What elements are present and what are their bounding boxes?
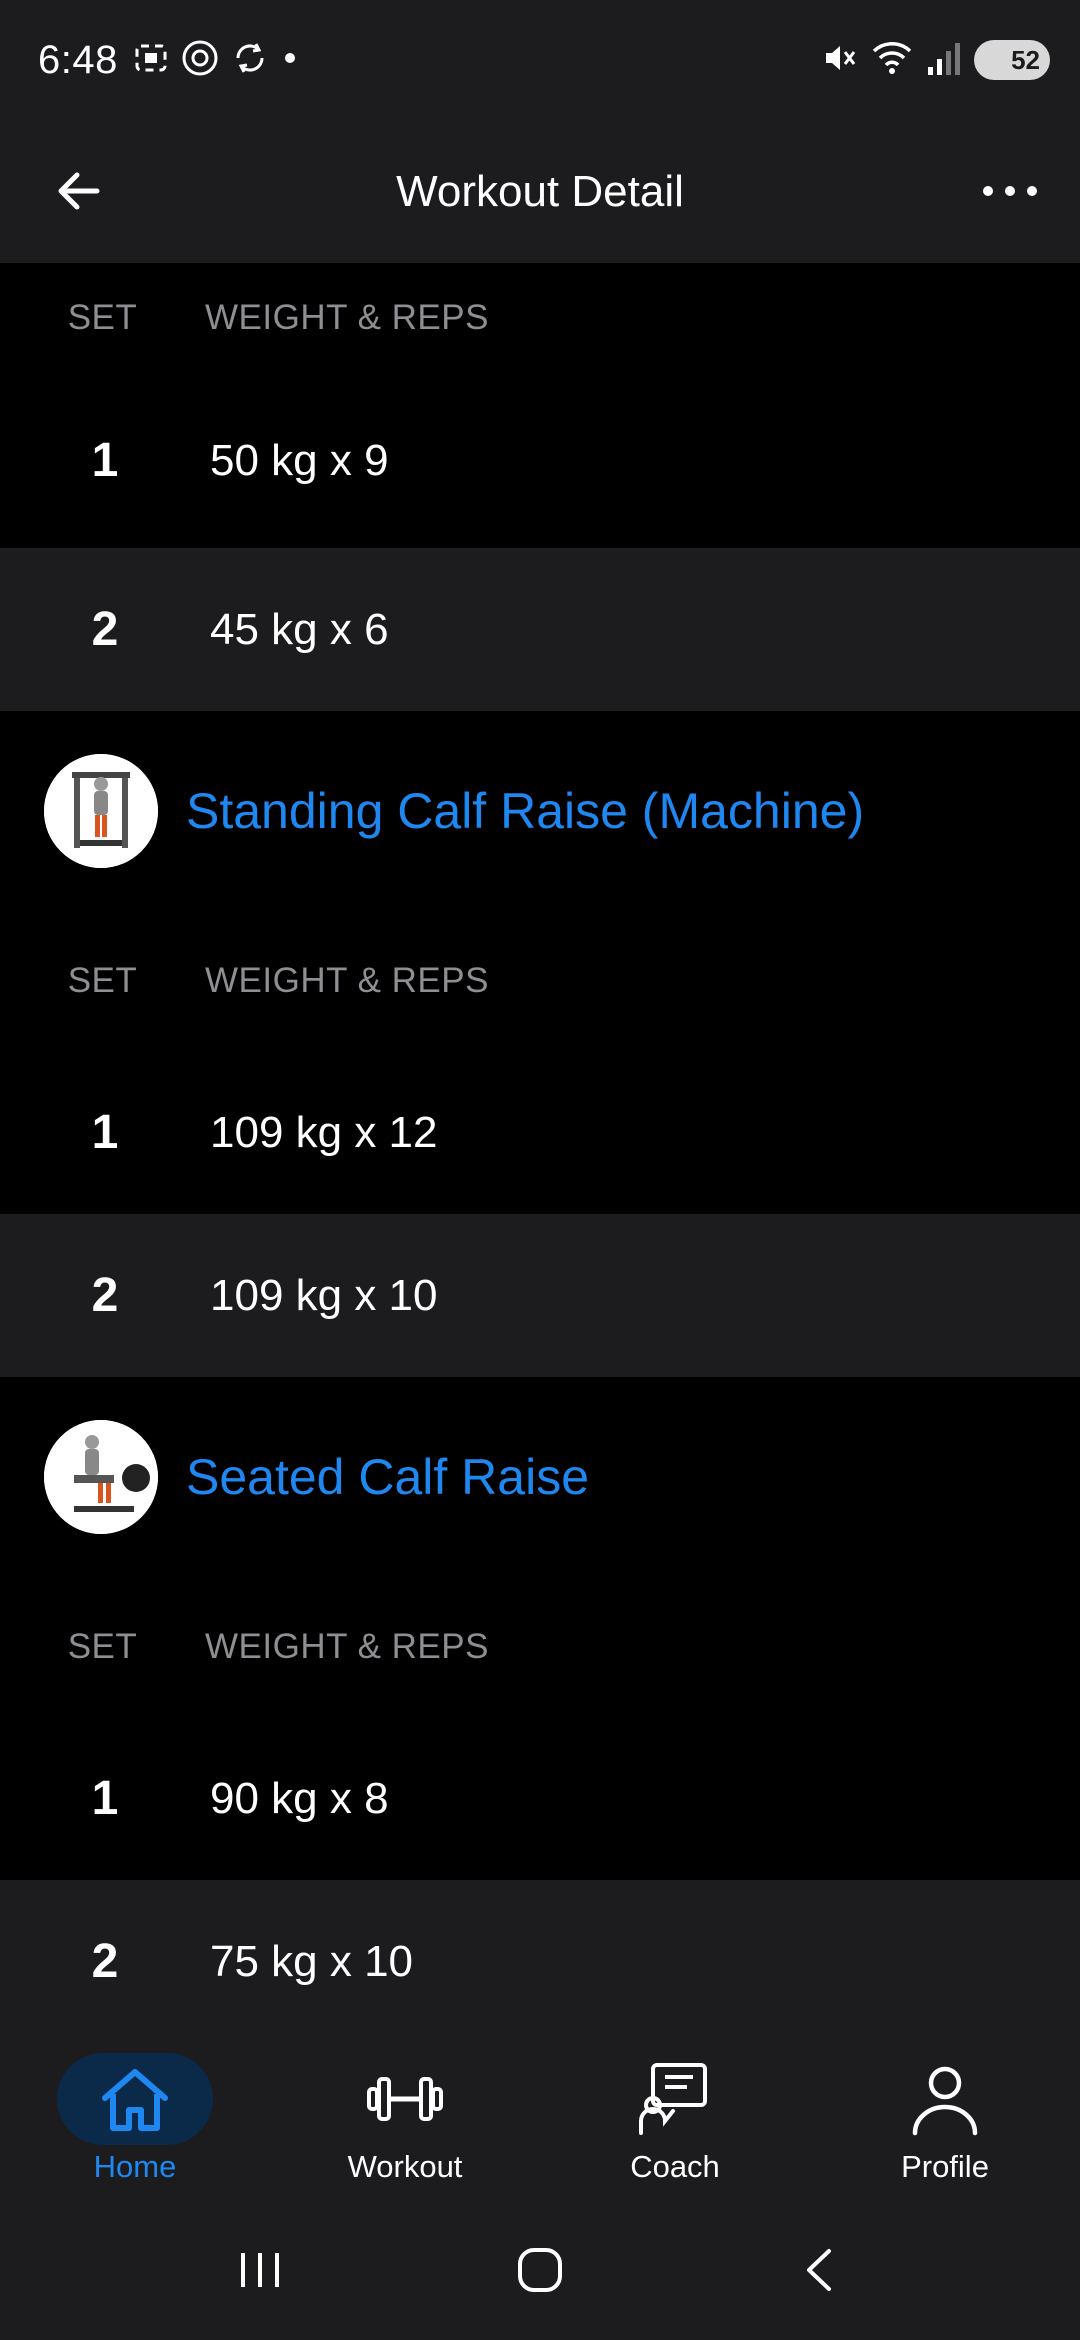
nav-item-home[interactable]: Home xyxy=(0,2037,270,2200)
wifi-icon xyxy=(870,39,914,82)
home-icon xyxy=(102,2069,168,2131)
coach-icon xyxy=(639,2063,707,2135)
nav-highlight xyxy=(57,2053,213,2145)
exercise-title[interactable]: Seated Calf Raise xyxy=(186,1448,589,1506)
nav-item-profile[interactable]: Profile xyxy=(810,2037,1080,2200)
set-weight-reps: 109 kg x 10 xyxy=(210,1270,438,1320)
dot-icon xyxy=(280,48,300,73)
set-column-header: SET WEIGHT & REPS xyxy=(0,911,1080,1051)
recents-icon xyxy=(241,2253,279,2287)
nav-label-home: Home xyxy=(93,2149,177,2184)
set-number: 1 xyxy=(91,1772,119,1825)
exercise-title[interactable]: Standing Calf Raise (Machine) xyxy=(186,782,864,840)
home-circle-icon xyxy=(518,2248,562,2292)
set-column-header: SET WEIGHT & REPS xyxy=(0,263,1080,373)
nav-item-workout[interactable]: Workout xyxy=(270,2037,540,2200)
status-time: 6:48 xyxy=(38,37,118,82)
status-bar: 6:48 52 xyxy=(0,0,1080,120)
set-weight-reps: 90 kg x 8 xyxy=(210,1773,389,1823)
workout-content[interactable]: SET WEIGHT & REPS 1 50 kg x 9 2 45 kg x … xyxy=(0,263,1080,2037)
system-navigation xyxy=(0,2200,1080,2340)
set-row: 1 50 kg x 9 xyxy=(0,373,1080,548)
set-number: 1 xyxy=(91,434,119,487)
weight-reps-column-label: WEIGHT & REPS xyxy=(205,1627,489,1666)
set-column-header: SET WEIGHT & REPS xyxy=(0,1577,1080,1717)
profile-icon xyxy=(912,2066,978,2136)
dumbbell-icon xyxy=(367,2077,443,2121)
back-chevron-icon xyxy=(807,2249,831,2291)
mute-icon xyxy=(820,39,858,82)
exercise-header[interactable]: Standing Calf Raise (Machine) xyxy=(0,711,1080,911)
battery-icon: 52 xyxy=(974,40,1050,80)
screenshot-icon xyxy=(132,39,170,82)
weight-reps-column-label: WEIGHT & REPS xyxy=(205,961,489,1000)
exercise-thumbnail xyxy=(44,1420,158,1534)
app-header: Workout Detail xyxy=(0,120,1080,263)
set-row: 2 45 kg x 6 xyxy=(0,548,1080,711)
set-number: 2 xyxy=(91,1269,119,1322)
set-weight-reps: 45 kg x 6 xyxy=(210,604,389,654)
set-number: 1 xyxy=(91,1106,119,1159)
back-button[interactable] xyxy=(44,156,114,226)
set-column-label: SET xyxy=(67,961,138,1000)
threads-icon xyxy=(180,38,220,83)
nav-label-profile: Profile xyxy=(901,2149,989,2184)
set-weight-reps: 75 kg x 10 xyxy=(210,1936,414,1986)
nav-icon-container xyxy=(327,2053,483,2145)
set-number: 2 xyxy=(91,603,119,656)
nav-label-coach: Coach xyxy=(630,2149,720,2184)
page-title: Workout Detail xyxy=(396,166,684,216)
nav-item-coach[interactable]: Coach xyxy=(540,2037,810,2200)
set-row: 2 109 kg x 10 xyxy=(0,1214,1080,1377)
set-number: 2 xyxy=(91,1935,119,1988)
set-column-label: SET xyxy=(67,298,138,337)
nav-icon-container xyxy=(867,2053,1023,2145)
set-row: 2 75 kg x 10 xyxy=(0,1880,1080,2037)
exercise-thumbnail xyxy=(44,754,158,868)
set-row: 1 109 kg x 12 xyxy=(0,1051,1080,1214)
battery-level: 52 xyxy=(1011,44,1040,75)
bottom-navigation: Home Workout Coach Profile xyxy=(0,2037,1080,2200)
exercise-header[interactable]: Seated Calf Raise xyxy=(0,1377,1080,1577)
set-row: 1 90 kg x 8 xyxy=(0,1717,1080,1880)
sync-icon xyxy=(230,38,270,83)
set-column-label: SET xyxy=(67,1627,138,1666)
more-options-button[interactable] xyxy=(960,156,1060,226)
system-back-button[interactable] xyxy=(770,2230,870,2310)
signal-icon xyxy=(926,39,962,82)
weight-reps-column-label: WEIGHT & REPS xyxy=(205,298,489,337)
arrow-left-icon xyxy=(58,172,100,210)
nav-icon-container xyxy=(597,2053,753,2145)
nav-label-workout: Workout xyxy=(347,2149,463,2184)
set-weight-reps: 109 kg x 12 xyxy=(210,1107,438,1157)
system-home-button[interactable] xyxy=(490,2230,590,2310)
recents-button[interactable] xyxy=(210,2230,310,2310)
more-horizontal-icon xyxy=(983,186,1037,196)
set-weight-reps: 50 kg x 9 xyxy=(210,435,389,485)
